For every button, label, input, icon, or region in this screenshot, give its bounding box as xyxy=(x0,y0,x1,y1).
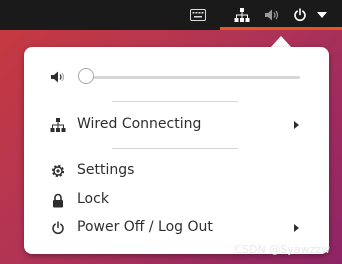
lock-item[interactable]: Lock xyxy=(24,187,329,213)
watermark: CSDN @Syawzzw xyxy=(234,243,330,256)
system-menu-underline xyxy=(220,27,342,30)
settings-label: Settings xyxy=(77,162,135,178)
volume-slider-track[interactable] xyxy=(82,76,300,79)
separator xyxy=(112,148,238,149)
submenu-arrow-icon xyxy=(294,224,299,232)
lock-label: Lock xyxy=(77,191,109,207)
dropdown-arrow-icon[interactable] xyxy=(316,7,328,23)
separator xyxy=(112,101,238,102)
settings-item[interactable]: Settings xyxy=(24,158,329,184)
power-icon xyxy=(50,220,66,236)
wired-connection-item[interactable]: Wired Connecting xyxy=(24,112,329,138)
top-bar xyxy=(0,0,342,30)
wired-connection-label: Wired Connecting xyxy=(77,116,202,132)
power-icon[interactable] xyxy=(292,7,308,23)
volume-row xyxy=(24,67,329,87)
submenu-arrow-icon xyxy=(294,121,299,129)
volume-icon xyxy=(50,69,66,88)
system-menu: Wired Connecting Settings Lock Power Off… xyxy=(24,47,329,254)
power-off-item[interactable]: Power Off / Log Out xyxy=(24,215,329,241)
volume-slider-handle[interactable] xyxy=(78,68,94,84)
keyboard-icon[interactable] xyxy=(190,7,206,23)
power-off-label: Power Off / Log Out xyxy=(77,219,213,235)
volume-muted-icon[interactable] xyxy=(264,7,280,23)
network-wired-icon[interactable] xyxy=(234,7,250,23)
lock-icon xyxy=(50,192,66,208)
network-wired-icon xyxy=(50,117,66,133)
settings-gear-icon xyxy=(50,163,66,179)
